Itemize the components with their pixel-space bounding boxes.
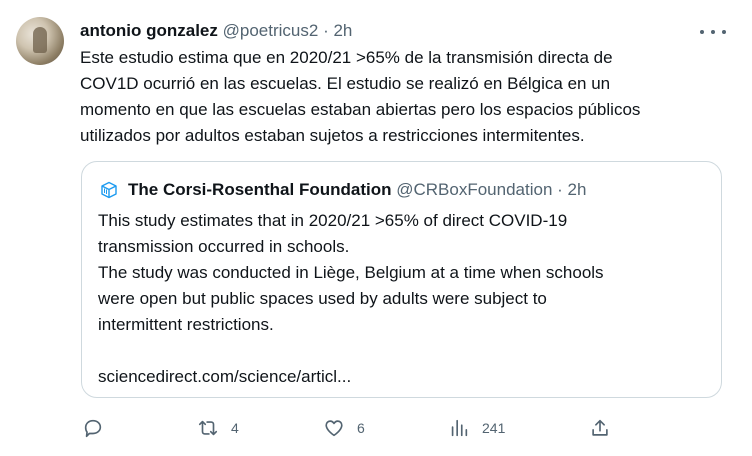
separator-dot: ·	[557, 180, 563, 199]
separator-dot: ·	[323, 21, 329, 40]
timestamp[interactable]: 2h	[333, 21, 352, 40]
quote-text-line: The study was conducted in Liège, Belgiu…	[98, 263, 604, 282]
quote-author-handle[interactable]: @CRBoxFoundation	[396, 179, 552, 201]
reply-icon	[84, 419, 102, 438]
quote-text-line: were open but public spaces used by adul…	[98, 289, 547, 308]
quote-author-name[interactable]: The Corsi-Rosenthal Foundation	[128, 179, 392, 201]
author-name[interactable]: antonio gonzalez	[80, 21, 218, 40]
views-count: 241	[482, 420, 506, 436]
reply-button[interactable]	[82, 414, 104, 442]
more-options-icon[interactable]	[700, 22, 726, 42]
avatar-figure	[33, 27, 47, 53]
tweet[interactable]: antonio gonzalez @poetricus2 · 2h Este e…	[0, 0, 752, 456]
tweet-text-line: momento en que las escuelas estaban abie…	[80, 100, 641, 119]
views-button[interactable]: 241	[448, 414, 505, 442]
quoted-tweet[interactable]: The Corsi-Rosenthal Foundation @CRBoxFou…	[81, 161, 722, 398]
share-icon	[592, 419, 608, 436]
quote-link[interactable]: sciencedirect.com/science/articl...	[98, 364, 708, 390]
share-button[interactable]	[589, 414, 611, 442]
author-handle[interactable]: @poetricus2	[223, 21, 319, 40]
quote-text-line	[98, 338, 708, 364]
like-count: 6	[357, 420, 365, 436]
tweet-text: Este estudio estima que en 2020/21 >65% …	[80, 45, 720, 149]
retweet-icon	[198, 420, 218, 436]
quote-text-line: intermittent restrictions.	[98, 315, 274, 334]
tweet-header: antonio gonzalez @poetricus2 · 2h	[80, 20, 352, 42]
tweet-text-line: utilizados por adultos estaban sujetos a…	[80, 126, 585, 145]
views-chart-icon	[451, 419, 468, 437]
tweet-text-line: Este estudio estima que en 2020/21 >65% …	[80, 48, 613, 67]
quote-header: The Corsi-Rosenthal Foundation @CRBoxFou…	[100, 179, 586, 201]
cube-logo-icon	[101, 181, 117, 199]
retweet-button[interactable]: 4	[197, 414, 239, 442]
avatar[interactable]	[16, 17, 64, 65]
action-bar: 4 6 241	[80, 414, 740, 442]
quote-text: This study estimates that in 2020/21 >65…	[98, 208, 708, 390]
tweet-text-line: COV1D ocurrió en las escuelas. El estudi…	[80, 74, 611, 93]
quote-text-line: This study estimates that in 2020/21 >65…	[98, 211, 568, 230]
heart-icon	[325, 420, 343, 437]
quote-timestamp[interactable]: 2h	[568, 179, 587, 201]
retweet-count: 4	[231, 420, 239, 436]
like-button[interactable]: 6	[323, 414, 365, 442]
quote-text-line: transmission occurred in schools.	[98, 237, 350, 256]
